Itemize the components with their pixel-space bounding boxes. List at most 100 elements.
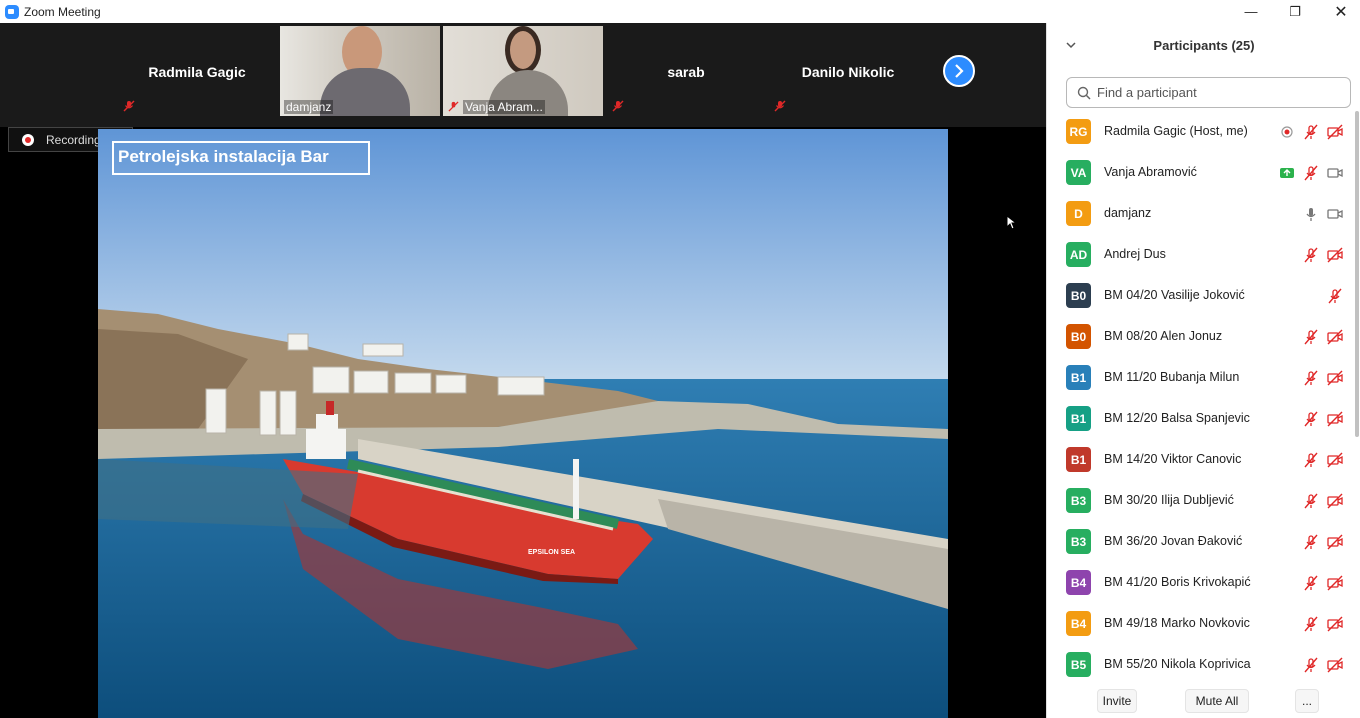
participant-name: BM 14/20 Viktor Canovic: [1104, 452, 1242, 466]
participant-name: BM 08/20 Alen Jonuz: [1104, 329, 1223, 343]
tile-name: sarab: [667, 64, 705, 80]
avatar: B3: [1066, 488, 1091, 513]
video-off-icon[interactable]: [1327, 124, 1343, 140]
invite-button[interactable]: Invite: [1097, 689, 1137, 713]
mic-muted-icon: [774, 100, 786, 112]
mic-muted-icon: [448, 101, 459, 112]
participant-row[interactable]: B4 BM 49/18 Marko Novkovic: [1047, 603, 1353, 644]
participant-row[interactable]: B1 BM 14/20 Viktor Canovic: [1047, 439, 1353, 480]
avatar: B1: [1066, 447, 1091, 472]
chevron-right-icon: [955, 64, 964, 78]
participant-row[interactable]: B1 BM 12/20 Balsa Spanjevic: [1047, 398, 1353, 439]
mic-muted-icon[interactable]: [1303, 452, 1319, 468]
participant-row[interactable]: B0 BM 04/20 Vasilije Joković: [1047, 275, 1353, 316]
ship-name-text: EPSILON SEA: [528, 549, 575, 556]
video-icon[interactable]: [1327, 206, 1343, 222]
avatar: B5: [1066, 652, 1091, 677]
person-face: [505, 26, 541, 74]
video-tile-vanja[interactable]: Vanja Abram...: [443, 26, 603, 116]
video-tile-radmila[interactable]: Radmila Gagic: [117, 26, 277, 116]
participant-name: BM 36/20 Jovan Đaković: [1104, 534, 1243, 548]
shared-screen-slide: EPSILON SEA Petrolejska instalacija Bar: [98, 129, 948, 718]
participant-row[interactable]: AD Andrej Dus: [1047, 234, 1353, 275]
participant-row[interactable]: Ddamjanz: [1047, 193, 1353, 234]
mic-muted-icon[interactable]: [1303, 616, 1319, 632]
mic-muted-icon: [612, 100, 624, 112]
video-off-icon[interactable]: [1327, 575, 1343, 591]
participant-name: Andrej Dus: [1104, 247, 1166, 261]
avatar: VA: [1066, 160, 1091, 185]
tile-name: damjanz: [284, 100, 334, 114]
mic-muted-icon[interactable]: [1303, 124, 1319, 140]
participant-row[interactable]: RG Radmila Gagic (Host, me): [1047, 111, 1353, 152]
participant-row[interactable]: B1 BM 11/20 Bubanja Milun: [1047, 357, 1353, 398]
participant-name: BM 55/20 Nikola Koprivica: [1104, 657, 1251, 671]
video-off-icon[interactable]: [1327, 247, 1343, 263]
mic-muted-icon[interactable]: [1303, 329, 1319, 345]
search-icon: [1077, 86, 1091, 100]
participant-name: BM 12/20 Balsa Spanjevic: [1104, 411, 1250, 425]
mute-all-button[interactable]: Mute All: [1185, 689, 1249, 713]
participant-row[interactable]: B0 BM 08/20 Alen Jonuz: [1047, 316, 1353, 357]
next-page-button[interactable]: [943, 55, 975, 87]
participant-video-strip: Radmila Gagic damjanz Vanja Abram... sar…: [0, 23, 1046, 127]
participants-title: Participants (25): [1153, 37, 1255, 53]
video-tile-sarab[interactable]: sarab: [606, 26, 766, 116]
maximize-button[interactable]: ❐: [1272, 0, 1318, 23]
tile-name: Vanja Abram...: [463, 100, 545, 114]
close-button[interactable]: ✕: [1318, 0, 1360, 23]
mic-muted-icon[interactable]: [1303, 370, 1319, 386]
video-icon[interactable]: [1327, 165, 1343, 181]
mic-muted-icon[interactable]: [1327, 288, 1343, 304]
panel-footer: Invite Mute All ...: [1047, 687, 1360, 717]
avatar: B4: [1066, 611, 1091, 636]
participant-row[interactable]: B3 BM 36/20 Jovan Đaković: [1047, 521, 1353, 562]
mic-muted-icon[interactable]: [1303, 411, 1319, 427]
video-off-icon[interactable]: [1327, 329, 1343, 345]
tile-name: Danilo Nikolic: [801, 64, 895, 80]
minimize-button[interactable]: —: [1228, 0, 1274, 23]
screen-share-icon: [1279, 165, 1295, 181]
window-title: Zoom Meeting: [24, 4, 101, 19]
participant-list-scrollbar[interactable]: [1355, 111, 1359, 437]
participant-name: BM 49/18 Marko Novkovic: [1104, 616, 1250, 630]
mic-muted-icon[interactable]: [1303, 247, 1319, 263]
meeting-video-area: Radmila Gagic damjanz Vanja Abram... sar…: [0, 23, 1046, 718]
avatar: B3: [1066, 529, 1091, 554]
title-bar: Zoom Meeting — ❐ ✕: [0, 0, 1360, 23]
participant-row[interactable]: B5 BM 55/20 Nikola Koprivica: [1047, 644, 1353, 678]
participant-row[interactable]: VA Vanja Abramović: [1047, 152, 1353, 193]
video-off-icon[interactable]: [1327, 411, 1343, 427]
avatar: RG: [1066, 119, 1091, 144]
video-tile-danilo[interactable]: Danilo Nikolic: [768, 26, 928, 116]
participant-row[interactable]: B4 BM 41/20 Boris Krivokapić: [1047, 562, 1353, 603]
video-tile-damjanz[interactable]: damjanz: [280, 26, 440, 116]
participant-row[interactable]: B3 BM 30/20 Ilija Dubljević: [1047, 480, 1353, 521]
more-options-button[interactable]: ...: [1295, 689, 1319, 713]
mic-muted-icon[interactable]: [1303, 657, 1319, 673]
mic-muted-icon[interactable]: [1303, 165, 1319, 181]
avatar: B0: [1066, 324, 1091, 349]
participant-search[interactable]: [1066, 77, 1351, 108]
video-off-icon[interactable]: [1327, 452, 1343, 468]
participant-name: BM 30/20 Ilija Dubljević: [1104, 493, 1234, 507]
tile-name: Radmila Gagic: [148, 64, 246, 80]
mic-muted-icon[interactable]: [1303, 534, 1319, 550]
port-photo: EPSILON SEA: [98, 129, 948, 718]
participant-name: BM 04/20 Vasilije Joković: [1104, 288, 1245, 302]
avatar: B0: [1066, 283, 1091, 308]
video-off-icon[interactable]: [1327, 657, 1343, 673]
mic-icon[interactable]: [1303, 206, 1319, 222]
avatar: B1: [1066, 406, 1091, 431]
search-input[interactable]: [1097, 85, 1337, 100]
participant-name: BM 41/20 Boris Krivokapić: [1104, 575, 1251, 589]
avatar: D: [1066, 201, 1091, 226]
video-off-icon[interactable]: [1327, 493, 1343, 509]
video-off-icon[interactable]: [1327, 616, 1343, 632]
mic-muted-icon[interactable]: [1303, 575, 1319, 591]
video-off-icon[interactable]: [1327, 534, 1343, 550]
participant-name: Radmila Gagic (Host, me): [1104, 124, 1248, 138]
video-off-icon[interactable]: [1327, 370, 1343, 386]
participants-panel: Participants (25) RG Radmila Gagic (Host,…: [1046, 23, 1360, 718]
mic-muted-icon[interactable]: [1303, 493, 1319, 509]
